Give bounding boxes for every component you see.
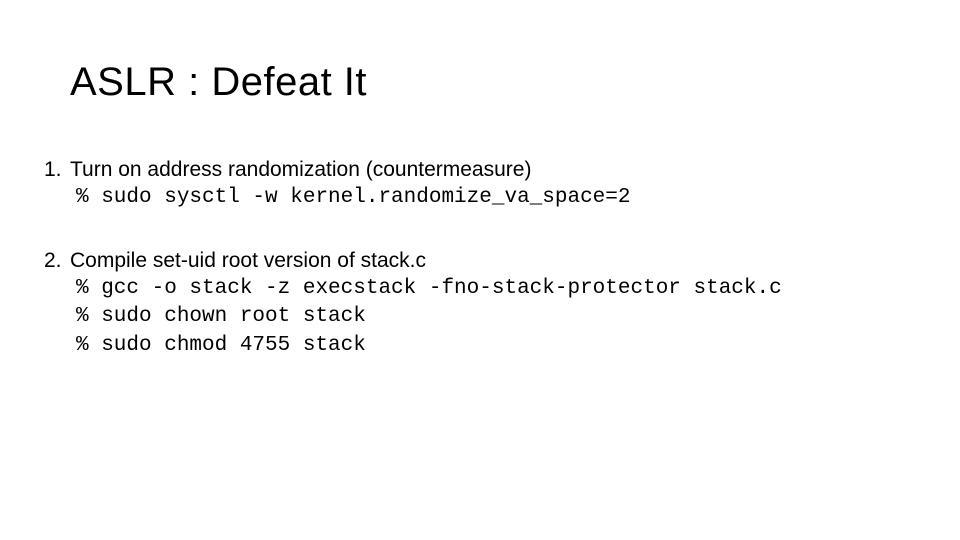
list-item: 1. Turn on address randomization (counte… (44, 156, 924, 184)
item-text: Compile set-uid root version of stack.c (70, 247, 924, 275)
item-number: 1. (44, 156, 70, 184)
item-number: 2. (44, 247, 70, 275)
slide-body: 1. Turn on address randomization (counte… (44, 156, 924, 360)
slide: ASLR : Defeat It 1. Turn on address rand… (0, 0, 960, 540)
item-text: Turn on address randomization (counterme… (70, 156, 924, 184)
command-line: % gcc -o stack -z execstack -fno-stack-p… (44, 275, 924, 303)
spacer (44, 213, 924, 247)
command-line: % sudo chown root stack (44, 303, 924, 331)
list-item: 2. Compile set-uid root version of stack… (44, 247, 924, 275)
command-line: % sudo sysctl -w kernel.randomize_va_spa… (44, 184, 924, 212)
slide-title: ASLR : Defeat It (70, 60, 367, 105)
command-line: % sudo chmod 4755 stack (44, 332, 924, 360)
